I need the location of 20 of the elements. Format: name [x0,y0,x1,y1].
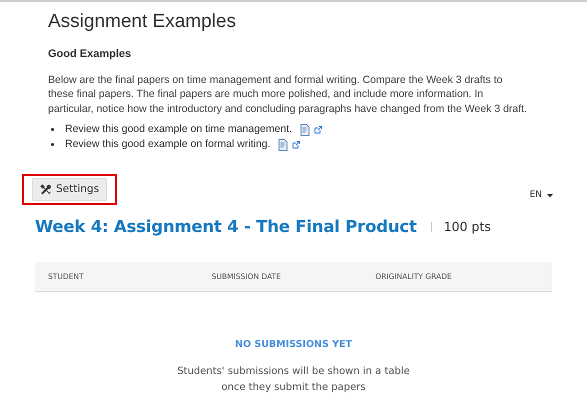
tools-icon [40,184,51,195]
document-icon[interactable] [300,124,310,136]
section-title: Assignment Examples [48,10,237,34]
document-icon[interactable] [278,138,288,150]
description-paragraph: Below are the final papers on time management and formal writing. Compare the Week 3 drafts to these final papers. The final papers are much more polished, and include more information. In particular, notice how the introductory and concluding paragraphs have changed from the Week 3 draft. [48,72,528,116]
settings-button[interactable]: Settings [32,178,108,201]
external-link-icon[interactable] [314,126,322,134]
empty-state-text: Students' submissions will be shown in a table [177,365,410,379]
empty-state-text: once they submit the papers [221,381,366,395]
language-dropdown[interactable]: EN [530,188,553,202]
example-link[interactable]: Review this good example on time management. [65,122,292,137]
bullet-icon [51,128,54,131]
points-label: 100 pts [444,218,491,236]
bullet-icon [51,143,54,146]
assignment-title: Week 4: Assignment 4 - The Final Product [35,216,417,238]
external-link-icon[interactable] [292,140,300,148]
empty-state-heading: NO SUBMISSIONS YET [235,338,352,352]
subsection-title: Good Examples [48,47,132,62]
example-link[interactable]: Review this good example on formal writing. [65,137,270,152]
caret-icon [547,194,553,198]
